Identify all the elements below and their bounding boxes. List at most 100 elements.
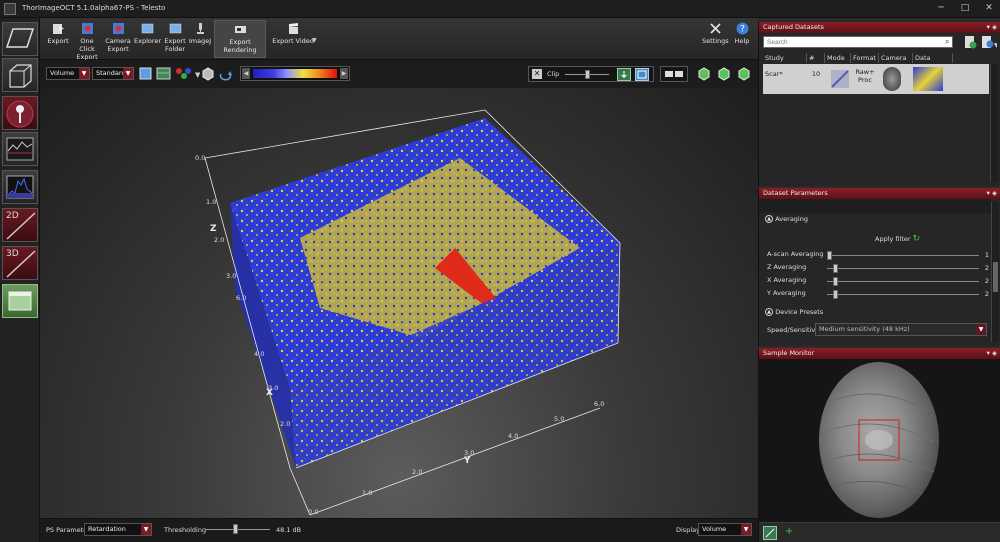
stereo-select[interactable] — [660, 66, 688, 82]
camera-export-label-1: Camera — [105, 37, 131, 45]
export-button[interactable]: Export — [46, 20, 70, 58]
y-averaging-track[interactable] — [827, 294, 979, 295]
sidebar-2d-view-button[interactable] — [2, 22, 38, 56]
sidebar-3d-mode-button[interactable]: 3D — [2, 246, 38, 280]
cube-blue-icon[interactable] — [138, 66, 153, 81]
colormap-right-icon[interactable]: ▶ — [340, 68, 348, 79]
datasets-scrollbar[interactable] — [990, 64, 998, 182]
clip-box-icon[interactable] — [635, 68, 649, 81]
view-front-icon[interactable] — [696, 66, 711, 81]
dataset-row[interactable]: Scar* 10 Raw+ Proc — [763, 64, 989, 94]
a-scan-averaging-label: A-scan Averaging — [767, 250, 824, 258]
view-top-icon[interactable] — [736, 66, 751, 81]
column-header-mode[interactable]: Mode — [825, 53, 851, 63]
render-style-select[interactable]: Standard ▼ — [92, 67, 134, 80]
close-button[interactable]: ✕ — [982, 2, 996, 14]
x-averaging-track[interactable] — [827, 281, 979, 282]
camera-export-icon — [112, 23, 124, 34]
help-button[interactable]: ? Help — [730, 20, 754, 58]
z-averaging-track[interactable] — [827, 268, 979, 269]
apply-filter-button[interactable]: Apply filter ↻ — [875, 234, 920, 244]
colormap-selector[interactable]: ◀ ▶ — [240, 66, 350, 81]
sidebar-2d-mode-button[interactable]: 2D — [2, 208, 38, 242]
maximize-button[interactable]: □ — [958, 2, 972, 14]
main-toolbar: Export One Click Export Camera Export Ex… — [40, 18, 758, 61]
clip-down-icon[interactable] — [617, 68, 631, 81]
imagej-button[interactable]: ImageJ — [188, 20, 212, 58]
x-averaging-thumb[interactable] — [833, 277, 838, 286]
collapse-icon: ▲ — [765, 215, 773, 223]
explorer-button[interactable]: Explorer — [134, 20, 161, 58]
cube-grey-icon[interactable] — [200, 66, 215, 81]
captured-datasets-header: Captured Datasets ▾ ◈ — [759, 22, 1000, 33]
export-video-button[interactable]: Export Video — [268, 20, 318, 58]
volume-render-viewport[interactable]: Z X Y 0.0 1.0 2.0 3.0 6.0 4.0 3.0 2.0 0.… — [40, 88, 758, 518]
export-rendering-button[interactable]: Export Rendering — [214, 20, 266, 58]
add-icon[interactable]: + — [785, 526, 793, 537]
panel-pin-icon[interactable]: ▾ ◈ — [987, 188, 997, 199]
column-header-data[interactable]: Data — [913, 53, 953, 63]
a-scan-averaging-track[interactable] — [827, 255, 979, 256]
a-scan-averaging-thumb[interactable] — [827, 251, 832, 260]
dataset-study: Scar* — [765, 70, 783, 78]
data-thumbnail — [913, 67, 943, 91]
view-side-icon[interactable] — [716, 66, 731, 81]
planes-green-icon[interactable] — [156, 66, 171, 81]
camera-export-button[interactable]: Camera Export — [104, 20, 132, 58]
device-presets-section-header[interactable]: ▲ Device Presets — [765, 308, 987, 320]
parameters-scrollbar[interactable] — [991, 202, 999, 342]
y-tick-label: 0.0 — [308, 508, 319, 516]
cube-view-icon — [9, 64, 32, 88]
column-header-camera[interactable]: Camera — [879, 53, 913, 63]
thresholding-slider-thumb[interactable] — [233, 524, 238, 534]
window-icon — [8, 291, 32, 311]
minimize-button[interactable]: ─ — [934, 2, 948, 14]
settings-label: Settings — [702, 37, 729, 45]
export-folder-label-2: Folder — [164, 45, 186, 53]
one-click-export-label-1: One Click — [79, 37, 95, 53]
z-averaging-label: Z Averaging — [767, 263, 807, 271]
panel-pin-icon[interactable]: ▾ ◈ — [987, 22, 997, 33]
help-question-icon: ? — [736, 22, 748, 35]
column-header-format[interactable]: Format — [851, 53, 879, 63]
y-tick-label: 1.0 — [362, 489, 373, 497]
microscope-icon — [196, 23, 204, 34]
settings-button[interactable]: Settings — [702, 20, 729, 58]
dataset-search-input[interactable] — [763, 36, 953, 48]
panel-pin-icon[interactable]: ▾ ◈ — [987, 348, 997, 359]
export-folder-button[interactable]: Export Folder — [162, 20, 188, 58]
search-icon[interactable]: ⌕ — [945, 37, 949, 47]
render-mode-value: Volume — [50, 69, 75, 77]
colormap-left-icon[interactable]: ◀ — [242, 68, 250, 79]
dataset-parameters-panel: Dataset Parameters ▾ ◈ ▲ Averaging Apply… — [758, 188, 1000, 346]
render-mode-select[interactable]: Volume ▼ — [46, 67, 90, 80]
camera-tool-icon[interactable] — [763, 526, 777, 540]
column-header-study[interactable]: Study — [763, 53, 807, 63]
clip-slider-thumb[interactable] — [585, 70, 590, 79]
camera-export-label-2: Export — [107, 45, 129, 53]
y-averaging-thumb[interactable] — [833, 290, 838, 299]
dataset-options-icon[interactable]: ▼ — [981, 35, 997, 49]
parameters-scrollbar-thumb[interactable] — [993, 262, 998, 292]
averaging-section-header[interactable]: ▲ Averaging — [765, 215, 987, 227]
wrench-screwdriver-icon — [709, 23, 721, 34]
column-header-number[interactable]: # — [807, 53, 825, 63]
ps-parameter-select[interactable]: Retardation ▼ — [84, 523, 152, 536]
speed-sensitivity-select[interactable]: Medium sensitivity (48 kHz) ▼ — [815, 323, 987, 336]
sidebar-bscan-button[interactable] — [2, 132, 38, 166]
thresholding-slider-track[interactable] — [206, 529, 270, 530]
sidebar-3d-view-button[interactable] — [2, 58, 38, 92]
sidebar-window-button[interactable] — [2, 284, 38, 318]
clip-checkbox[interactable]: ✕ — [532, 69, 542, 79]
color-dots-icon[interactable]: ▼ — [174, 66, 200, 81]
film-strip-icon — [234, 26, 246, 33]
sidebar-spectrum-button[interactable] — [2, 170, 38, 204]
sample-camera-view[interactable] — [819, 362, 939, 518]
z-averaging-thumb[interactable] — [833, 264, 838, 273]
rotate-icon[interactable] — [218, 66, 233, 81]
display-select[interactable]: Volume ▼ — [698, 523, 752, 536]
export-video-dropdown-icon[interactable]: ▼ — [312, 37, 317, 44]
one-click-export-button[interactable]: One Click Export — [72, 20, 102, 61]
sidebar-probe-button[interactable] — [2, 96, 38, 130]
new-dataset-icon[interactable] — [963, 35, 977, 49]
